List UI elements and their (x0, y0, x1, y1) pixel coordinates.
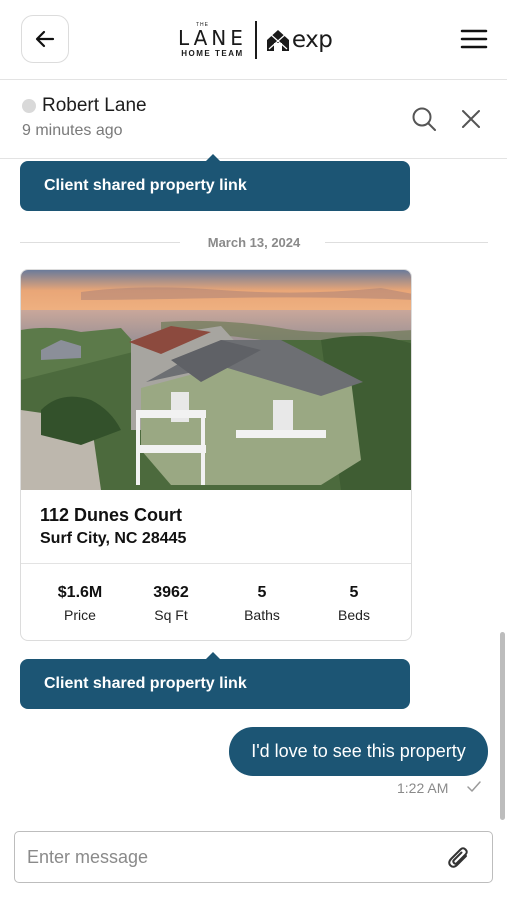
stat-price: $1.6M Price (34, 583, 126, 625)
brand-logo[interactable]: THE LANE HOME TEAM exp (178, 20, 333, 60)
property-photo[interactable] (21, 270, 412, 490)
date-separator: March 13, 2024 (20, 232, 488, 252)
outgoing-message-bubble[interactable]: I'd love to see this property (229, 727, 488, 776)
message-composer (14, 831, 493, 883)
stat-sqft: 3962 Sq Ft (125, 583, 217, 625)
stat-label: Price (64, 607, 96, 623)
house-emblem-icon (266, 30, 289, 51)
menu-button[interactable] (460, 28, 488, 50)
stat-value: $1.6M (57, 584, 103, 601)
shared-link-notice: Client shared property link (20, 161, 410, 211)
property-city: Surf City, NC 28445 (40, 530, 187, 547)
top-bar: THE LANE HOME TEAM exp (0, 0, 507, 80)
exp-logo: exp (265, 27, 333, 53)
logo-divider (254, 21, 257, 59)
property-stats: $1.6M Price 3962 Sq Ft 5 Baths 5 Beds (21, 565, 411, 640)
chat-scrollbar[interactable] (500, 632, 505, 820)
search-icon (412, 107, 436, 131)
stat-value: 5 (257, 584, 267, 601)
last-seen-text: 9 minutes ago (22, 122, 123, 139)
shared-link-notice: Client shared property link (20, 659, 410, 709)
stat-label: Baths (244, 607, 280, 623)
contact-name: Robert Lane (42, 95, 147, 116)
paperclip-icon (448, 847, 468, 868)
stat-label: Beds (338, 607, 370, 623)
arrow-left-icon (35, 30, 55, 48)
hamburger-menu-icon (460, 29, 488, 49)
search-button[interactable] (411, 106, 437, 132)
message-input[interactable] (15, 832, 435, 882)
stat-value: 5 (349, 584, 359, 601)
attach-button[interactable] (445, 844, 473, 872)
back-button[interactable] (21, 15, 69, 63)
close-icon (462, 110, 480, 128)
logo-lane-text: LANE (178, 25, 247, 50)
date-separator-text: March 13, 2024 (207, 235, 301, 250)
logo-subtitle-text: HOME TEAM (181, 48, 244, 58)
message-timestamp: 1:22 AM (397, 780, 449, 796)
lane-logo: THE LANE HOME TEAM (178, 22, 247, 58)
check-icon (467, 781, 481, 792)
property-address: 112 Dunes Court Surf City, NC 28445 (21, 490, 411, 564)
logo-exp-text: exp (291, 27, 333, 53)
stat-value: 3962 (153, 584, 189, 601)
stat-beds: 5 Beds (308, 583, 400, 625)
presence-indicator (22, 99, 36, 113)
property-street: 112 Dunes Court (40, 505, 183, 525)
close-chat-button[interactable] (459, 107, 483, 131)
property-card[interactable]: 112 Dunes Court Surf City, NC 28445 $1.6… (20, 269, 412, 641)
stat-baths: 5 Baths (216, 583, 308, 625)
stat-label: Sq Ft (154, 607, 188, 623)
